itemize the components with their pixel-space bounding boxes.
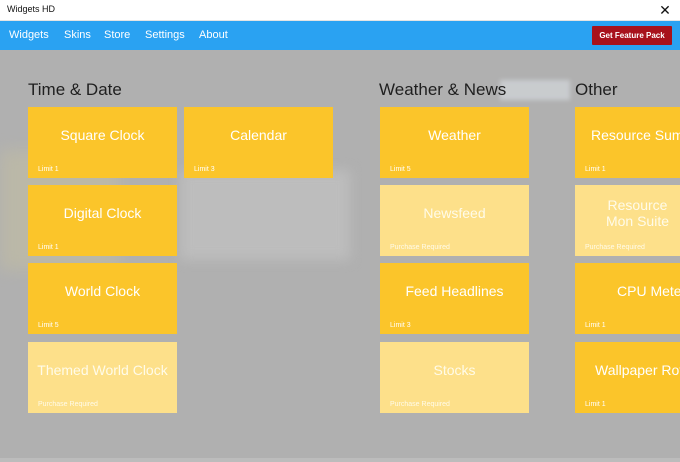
section-title-other: Other: [575, 80, 618, 99]
section-title-weather-news: Weather & News: [379, 80, 507, 99]
tile-limit: Limit 1: [585, 401, 606, 408]
section-title-time-date: Time & Date: [28, 80, 122, 99]
tile-stocks[interactable]: Stocks Purchase Required: [380, 342, 529, 413]
tile-name: Stocks: [433, 361, 476, 378]
tile-name: Weather: [428, 126, 481, 143]
tile-themed-world-clock[interactable]: Themed World Clock Purchase Required: [28, 342, 177, 413]
tile-limit: Limit 1: [38, 244, 59, 251]
menu-about[interactable]: About: [199, 29, 228, 41]
tile-name: Digital Clock: [63, 204, 142, 221]
close-icon[interactable]: ✕: [650, 0, 680, 21]
tile-weather[interactable]: Weather Limit 5: [380, 107, 529, 178]
menu-bar: Widgets Skins Store Settings About: [0, 21, 680, 50]
tile-limit: Limit 3: [390, 322, 411, 329]
menu-skins[interactable]: Skins: [64, 29, 91, 41]
tile-purchase-required: Purchase Required: [38, 401, 98, 408]
window-bottom-edge: [0, 458, 680, 462]
tile-name: World Clock: [64, 282, 141, 299]
tile-purchase-required: Purchase Required: [390, 401, 450, 408]
title-bar: Widgets HD ✕: [0, 0, 680, 21]
tile-name: Square Clock: [60, 126, 145, 143]
tile-feed-headlines[interactable]: Feed Headlines Limit 3: [380, 263, 529, 334]
get-feature-pack-button[interactable]: Get Feature Pack: [592, 26, 672, 45]
tile-resource-summary[interactable]: Resource Summ Limit 1: [575, 107, 680, 178]
tile-purchase-required: Purchase Required: [390, 244, 450, 251]
tile-newsfeed[interactable]: Newsfeed Purchase Required: [380, 185, 529, 256]
tile-name: Resource Summ: [591, 126, 680, 143]
menu-widgets[interactable]: Widgets: [9, 29, 49, 41]
background-blur: [500, 80, 570, 100]
tile-limit: Limit 1: [38, 166, 59, 173]
background-blur: [180, 170, 350, 260]
tile-limit: Limit 5: [390, 166, 411, 173]
menu-settings[interactable]: Settings: [145, 29, 185, 41]
tile-square-clock[interactable]: Square Clock Limit 1: [28, 107, 177, 178]
tile-limit: Limit 3: [194, 166, 215, 173]
tile-resource-monitor-suite[interactable]: Resource Mon Suite Purchase Required: [575, 185, 680, 256]
tile-name: Wallpaper Rot: [595, 361, 680, 378]
tile-limit: Limit 1: [585, 322, 606, 329]
tile-name: Feed Headlines: [405, 282, 504, 299]
tile-cpu-meter[interactable]: CPU Mete Limit 1: [575, 263, 680, 334]
tile-world-clock[interactable]: World Clock Limit 5: [28, 263, 177, 334]
tile-calendar[interactable]: Calendar Limit 3: [184, 107, 333, 178]
widgets-page: Time & Date Square Clock Limit 1 Calenda…: [0, 50, 680, 462]
tile-limit: Limit 5: [38, 322, 59, 329]
tile-limit: Limit 1: [585, 166, 606, 173]
tile-name: Calendar: [230, 126, 287, 143]
window-title: Widgets HD: [7, 4, 56, 14]
tile-name: CPU Mete: [617, 282, 680, 299]
tile-wallpaper-rotator[interactable]: Wallpaper Rot Limit 1: [575, 342, 680, 413]
tile-name: Newsfeed: [423, 204, 486, 221]
tile-purchase-required: Purchase Required: [585, 244, 645, 251]
tile-digital-clock[interactable]: Digital Clock Limit 1: [28, 185, 177, 256]
tile-name: Themed World Clock: [37, 361, 168, 378]
menu-store[interactable]: Store: [104, 29, 130, 41]
tile-name: Resource Mon Suite: [605, 197, 670, 229]
